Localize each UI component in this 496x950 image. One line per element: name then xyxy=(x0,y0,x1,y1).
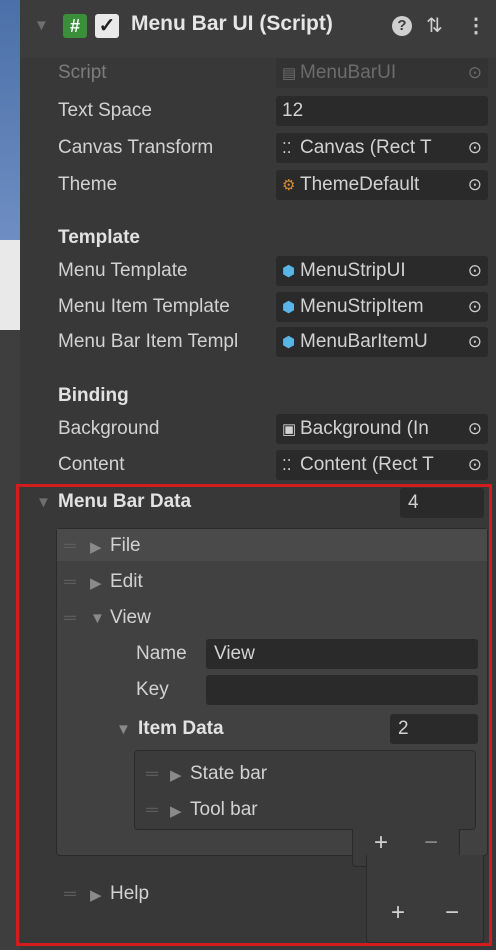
component-title: Menu Bar UI (Script) xyxy=(131,12,333,35)
theme-field[interactable]: ⚙ ThemeDefault ⊙ xyxy=(276,170,488,200)
help-icon[interactable]: ? xyxy=(392,13,412,36)
script-file-icon: ▤ xyxy=(282,65,297,82)
text-space-input[interactable]: 12 xyxy=(276,96,488,126)
theme-asset-icon: ⚙ xyxy=(282,177,296,194)
target-icon[interactable]: ⊙ xyxy=(468,170,482,200)
more-icon[interactable]: ⋮ xyxy=(466,13,486,38)
foldout-arrow-icon[interactable]: ▼ xyxy=(34,17,49,34)
target-icon[interactable]: ⊙ xyxy=(468,133,482,163)
template-header: Template xyxy=(58,227,141,248)
menu-template-field[interactable]: ⬢ MenuStripUI ⊙ xyxy=(276,256,488,286)
script-field: ▤ MenuBarUI ⊙ xyxy=(276,58,488,88)
rect-transform-icon: ⁚⁚ xyxy=(282,457,292,474)
target-icon[interactable]: ⊙ xyxy=(468,450,482,480)
menu-item-template-field[interactable]: ⬢ MenuStripItem ⊙ xyxy=(276,292,488,322)
menu-template-label: Menu Template xyxy=(58,260,188,281)
presets-icon[interactable]: ⇅ xyxy=(426,13,443,38)
background-field[interactable]: ▣ Background (In ⊙ xyxy=(276,414,488,444)
rect-transform-icon: ⁚⁚ xyxy=(282,140,292,157)
binding-header: Binding xyxy=(58,385,129,406)
prefab-icon: ⬢ xyxy=(282,334,296,351)
scene-ground xyxy=(0,240,20,330)
scene-sky xyxy=(0,0,20,240)
menu-bar-item-template-label: Menu Bar Item Templ xyxy=(58,331,239,352)
text-space-label: Text Space xyxy=(58,100,152,121)
enabled-checkbox[interactable]: ✓ xyxy=(95,14,119,38)
script-icon: # xyxy=(63,14,87,38)
menu-item-template-label: Menu Item Template xyxy=(58,296,230,317)
theme-label: Theme xyxy=(58,174,118,195)
target-icon[interactable]: ⊙ xyxy=(468,256,482,286)
prefab-icon: ⬢ xyxy=(282,263,296,280)
image-icon: ▣ xyxy=(282,421,297,438)
script-label: Script xyxy=(58,62,107,83)
highlight-frame xyxy=(16,484,492,946)
target-icon: ⊙ xyxy=(467,63,482,82)
content-field[interactable]: ⁚⁚ Content (Rect T ⊙ xyxy=(276,450,488,480)
target-icon[interactable]: ⊙ xyxy=(468,292,482,322)
content-label: Content xyxy=(58,454,125,475)
target-icon[interactable]: ⊙ xyxy=(468,414,482,444)
menu-bar-item-template-field[interactable]: ⬢ MenuBarItemU ⊙ xyxy=(276,327,488,357)
background-label: Background xyxy=(58,418,160,439)
target-icon[interactable]: ⊙ xyxy=(468,327,482,357)
prefab-icon: ⬢ xyxy=(282,299,296,316)
canvas-transform-label: Canvas Transform xyxy=(58,137,214,158)
canvas-transform-field[interactable]: ⁚⁚ Canvas (Rect T ⊙ xyxy=(276,133,488,163)
